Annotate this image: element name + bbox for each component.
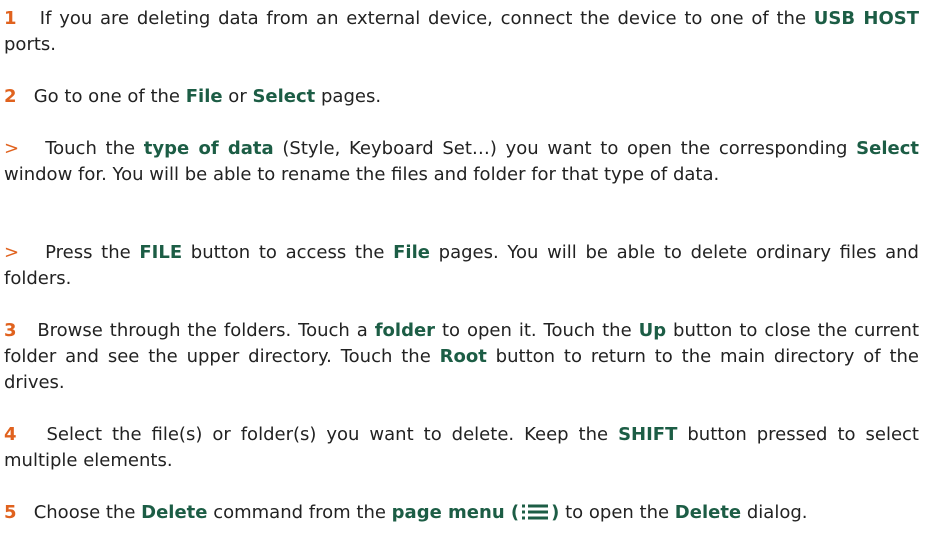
step-number: 1 xyxy=(4,8,17,29)
step-text: (Style, Keyboard Set…) you want to open … xyxy=(273,138,857,159)
highlighted-term: FILE xyxy=(139,242,183,263)
step-number: 4 xyxy=(4,424,17,445)
step-text: to open it. Touch the xyxy=(435,320,639,341)
step-text: Browse through the folders. Touch a xyxy=(37,320,375,341)
step-text: button to access the xyxy=(182,242,394,263)
highlighted-term: page menu ( xyxy=(391,502,520,523)
highlighted-term: Select xyxy=(856,138,919,159)
step-text: Touch the xyxy=(45,138,144,159)
step-text: pages. xyxy=(315,86,382,107)
highlighted-term: SHIFT xyxy=(618,424,678,445)
highlighted-term: File xyxy=(393,242,430,263)
step-number: 2 xyxy=(4,86,17,107)
step-text: window for. You will be able to rename t… xyxy=(4,164,720,185)
step-2: 2 Go to one of the File or Select pages. xyxy=(4,84,919,110)
highlighted-term: Root xyxy=(439,346,487,367)
step-text: dialog. xyxy=(741,502,808,523)
step-number: 3 xyxy=(4,320,17,341)
step-1: 1 If you are deleting data from an exter… xyxy=(4,6,919,58)
highlighted-term: Delete xyxy=(674,502,742,523)
highlighted-term: Up xyxy=(638,320,667,341)
step-text: Choose the xyxy=(33,502,142,523)
step-text: Select the file(s) or folder(s) you want… xyxy=(46,424,619,445)
highlighted-term: type of data xyxy=(143,138,274,159)
highlighted-term: Delete xyxy=(141,502,208,523)
substep-type-of-data: > Touch the type of data (Style, Keyboar… xyxy=(4,136,919,188)
step-text: Press the xyxy=(45,242,140,263)
highlighted-term: File xyxy=(185,86,223,107)
step-4: 4 Select the file(s) or folder(s) you wa… xyxy=(4,422,919,474)
substep-marker: > xyxy=(4,242,20,263)
step-text: Go to one of the xyxy=(33,86,186,107)
substep-marker: > xyxy=(4,138,20,159)
substep-file-button: > Press the FILE button to access the Fi… xyxy=(4,240,919,292)
step-text: to open the xyxy=(559,502,675,523)
highlighted-term: Select xyxy=(252,86,316,107)
page-menu-icon xyxy=(522,504,549,520)
step-3: 3 Browse through the folders. Touch a fo… xyxy=(4,318,919,396)
step-text: or xyxy=(222,86,253,107)
highlighted-term: USB HOST xyxy=(813,8,920,29)
document-page: 1 If you are deleting data from an exter… xyxy=(0,0,928,548)
step-5: 5 Choose the Delete command from the pag… xyxy=(4,500,919,526)
highlighted-term: folder xyxy=(374,320,436,341)
step-number: 5 xyxy=(4,502,17,523)
step-text: command from the xyxy=(207,502,392,523)
step-text: If you are deleting data from an externa… xyxy=(39,8,814,29)
step-text: ports. xyxy=(4,34,56,55)
